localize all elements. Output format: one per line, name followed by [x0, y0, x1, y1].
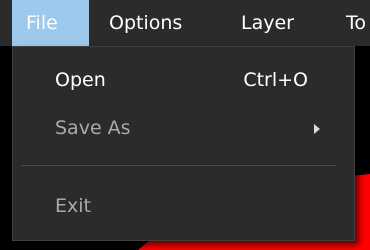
- menu-options[interactable]: Options: [109, 0, 182, 46]
- menu-item-exit[interactable]: Exit: [13, 187, 354, 225]
- menu-layer[interactable]: Layer: [241, 0, 294, 46]
- menu-item-exit-label: Exit: [55, 195, 91, 217]
- menu-separator: [21, 165, 336, 166]
- submenu-arrow-icon: [314, 124, 320, 134]
- menu-item-open-shortcut: Ctrl+O: [243, 69, 308, 91]
- menu-item-open-label: Open: [55, 69, 106, 91]
- menu-bar: File Options Layer To: [0, 0, 370, 46]
- menu-item-open[interactable]: Open Ctrl+O: [13, 61, 354, 99]
- file-dropdown-menu: Open Ctrl+O Save As Exit: [12, 46, 355, 241]
- menu-item-save-as[interactable]: Save As: [13, 109, 354, 147]
- menu-tools-truncated[interactable]: To: [346, 0, 366, 46]
- menu-file[interactable]: File: [12, 0, 89, 46]
- menu-item-save-as-label: Save As: [55, 117, 131, 139]
